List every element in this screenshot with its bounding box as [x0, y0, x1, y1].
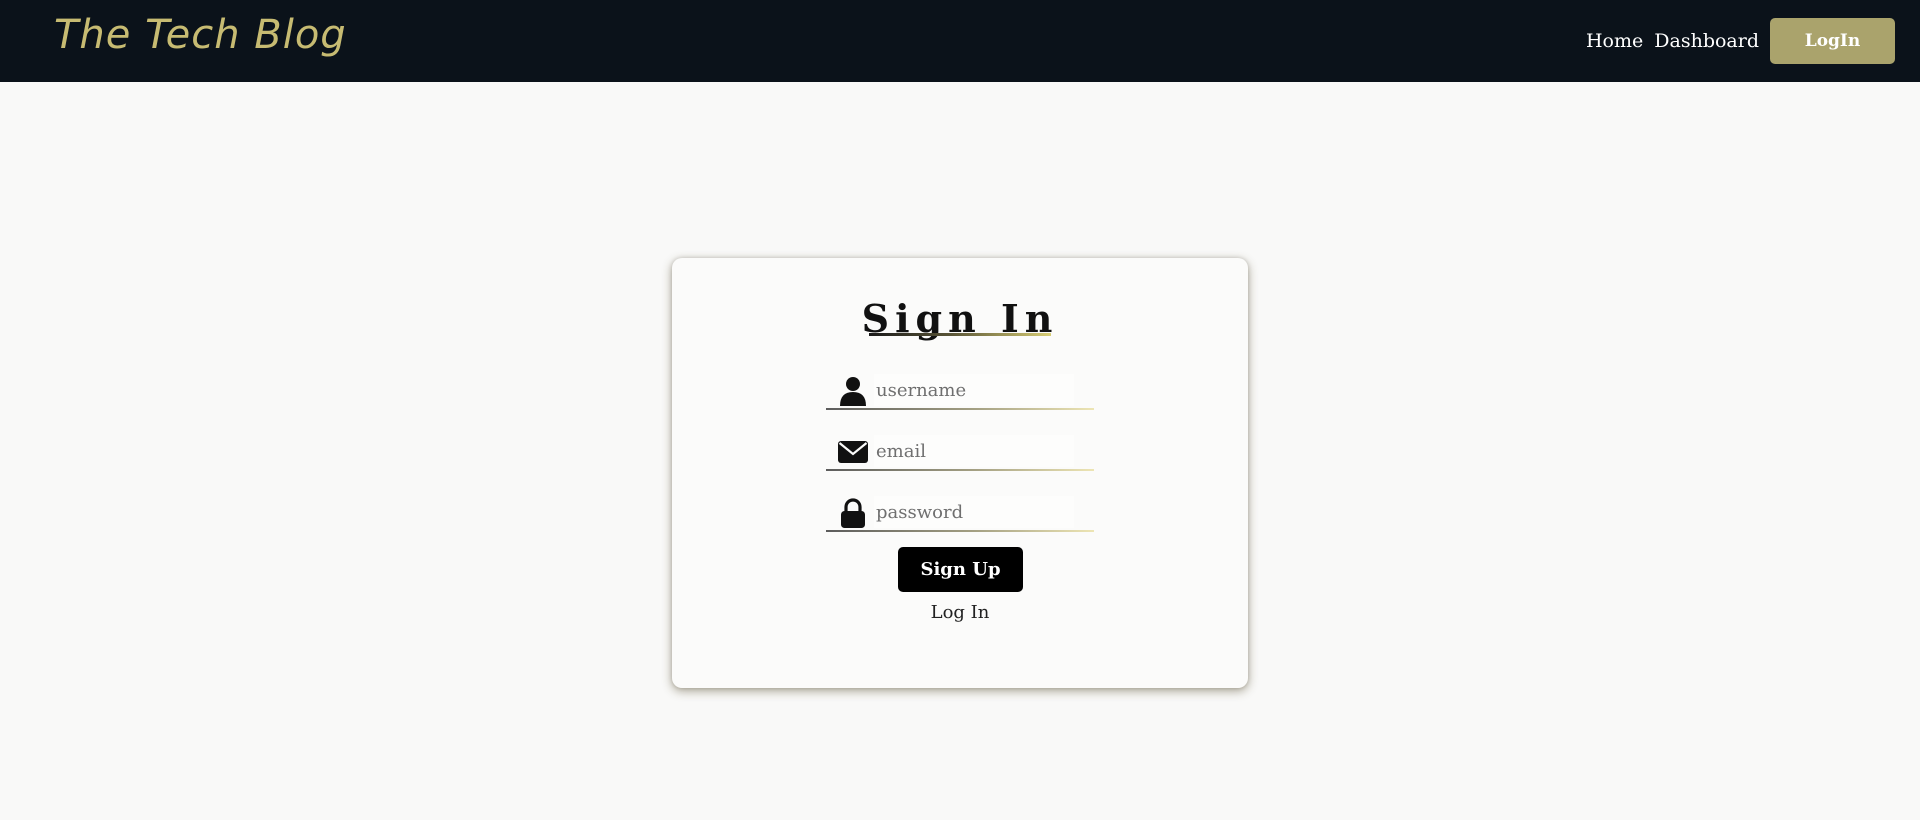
username-underline	[826, 408, 1094, 410]
sign-in-card: Sign In Sign Up	[672, 258, 1248, 688]
navbar: The Tech Blog Home Dashboard LogIn	[0, 0, 1920, 82]
email-field-group	[826, 433, 1094, 471]
nav-login-button[interactable]: LogIn	[1770, 18, 1895, 64]
email-input[interactable]	[874, 435, 1074, 467]
envelope-icon	[838, 437, 868, 467]
brand-logo[interactable]: The Tech Blog	[54, 12, 347, 58]
password-underline	[826, 530, 1094, 532]
log-in-link-row: Log In	[672, 602, 1248, 623]
title-underline	[869, 333, 1051, 336]
password-input[interactable]	[874, 496, 1074, 528]
username-input[interactable]	[874, 374, 1074, 406]
user-icon	[838, 376, 868, 406]
nav-home-link[interactable]: Home	[1586, 30, 1643, 52]
password-field-group	[826, 494, 1094, 532]
username-field-group	[826, 372, 1094, 410]
email-underline	[826, 469, 1094, 471]
nav-dashboard-link[interactable]: Dashboard	[1654, 30, 1759, 52]
nav-links: Home Dashboard LogIn	[1586, 18, 1895, 64]
sign-up-button[interactable]: Sign Up	[898, 547, 1023, 592]
lock-icon	[838, 498, 868, 528]
log-in-link[interactable]: Log In	[931, 602, 990, 623]
